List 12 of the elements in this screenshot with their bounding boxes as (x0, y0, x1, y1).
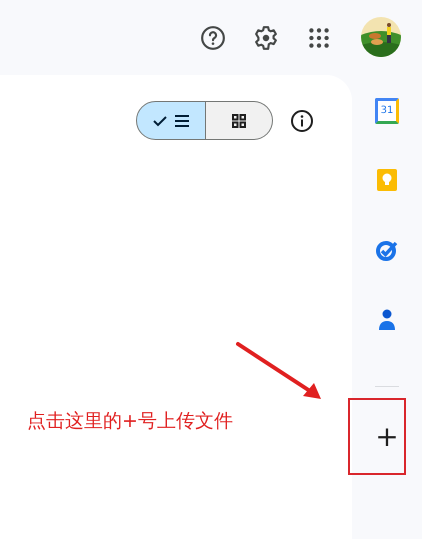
list-view-button[interactable] (136, 101, 206, 140)
calendar-icon[interactable]: 31 (375, 98, 399, 124)
calendar-date: 31 (380, 106, 394, 116)
check-circle-icon[interactable] (375, 238, 399, 262)
annotation-text: 点击这里的+号上传文件 (27, 409, 233, 434)
help-icon[interactable] (200, 24, 226, 50)
list-icon (174, 112, 190, 128)
info-icon[interactable] (290, 108, 314, 132)
add-button[interactable]: + (369, 421, 405, 453)
settings-icon[interactable] (253, 24, 279, 50)
grid-icon (231, 112, 247, 128)
grid-view-button[interactable] (206, 101, 273, 140)
